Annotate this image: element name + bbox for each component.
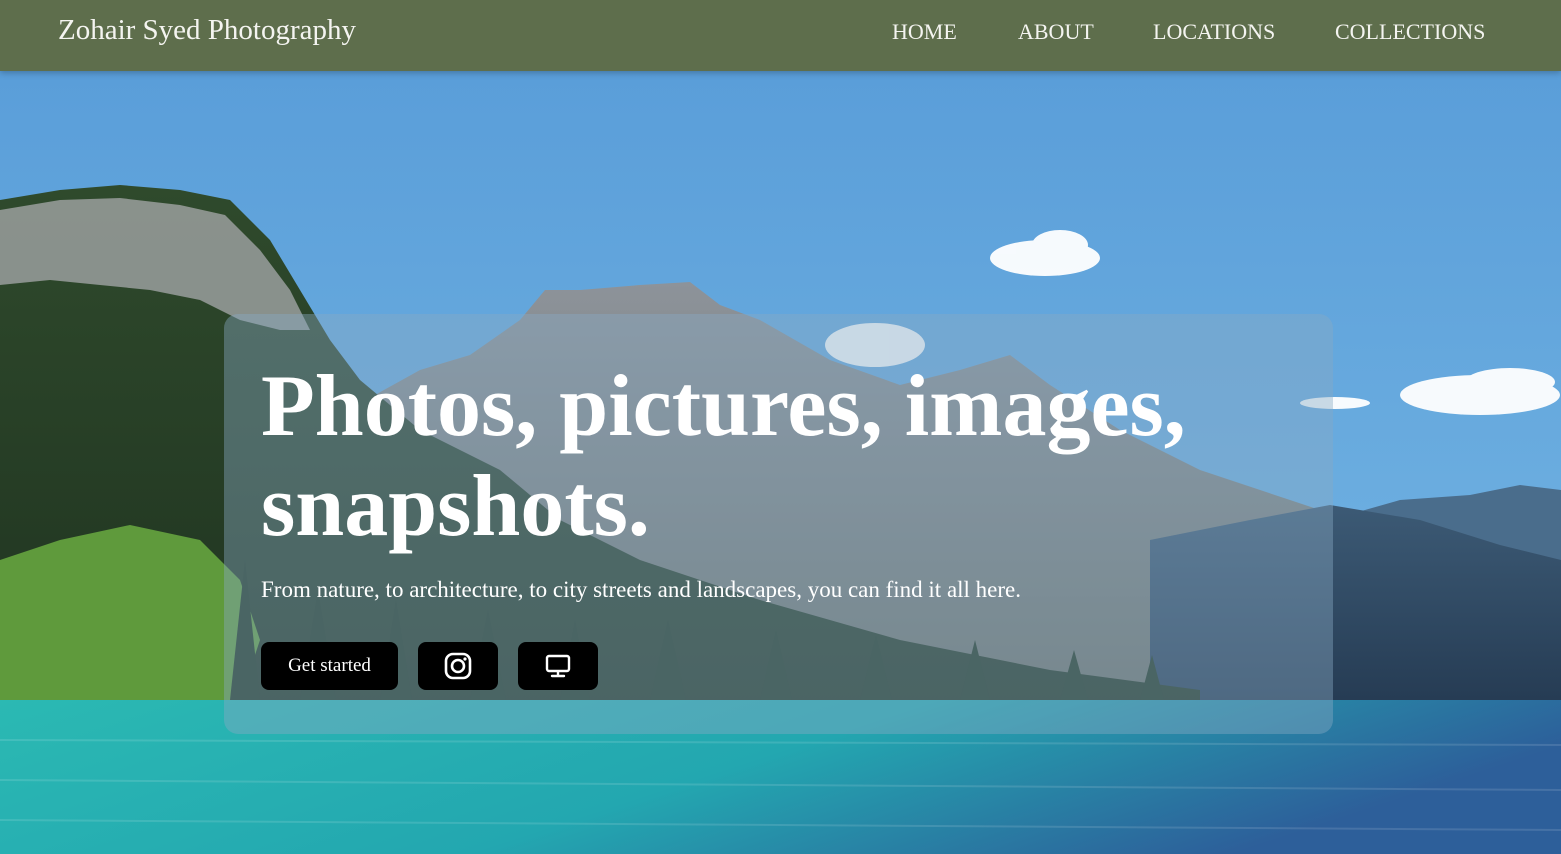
nav-link-about[interactable]: ABOUT <box>1018 19 1094 45</box>
site-brand-link[interactable]: Zohair Syed Photography <box>58 14 356 47</box>
nav-link-home[interactable]: HOME <box>892 19 957 45</box>
get-started-button[interactable]: Get started <box>261 642 398 690</box>
top-navbar: Zohair Syed Photography HOME ABOUT LOCAT… <box>0 0 1561 71</box>
hero-subtitle: From nature, to architecture, to city st… <box>261 577 1022 602</box>
nav-link-collections[interactable]: COLLECTIONS <box>1335 19 1485 45</box>
instagram-icon <box>444 652 472 680</box>
page: Zohair Syed Photography HOME ABOUT LOCAT… <box>0 0 1561 854</box>
desktop-monitor-icon <box>545 654 571 678</box>
nav-link-locations[interactable]: LOCATIONS <box>1153 19 1275 45</box>
instagram-button[interactable] <box>418 642 498 690</box>
hero-title: Photos, pictures, images, snapshots. <box>261 358 1186 555</box>
desktop-button[interactable] <box>518 642 598 690</box>
